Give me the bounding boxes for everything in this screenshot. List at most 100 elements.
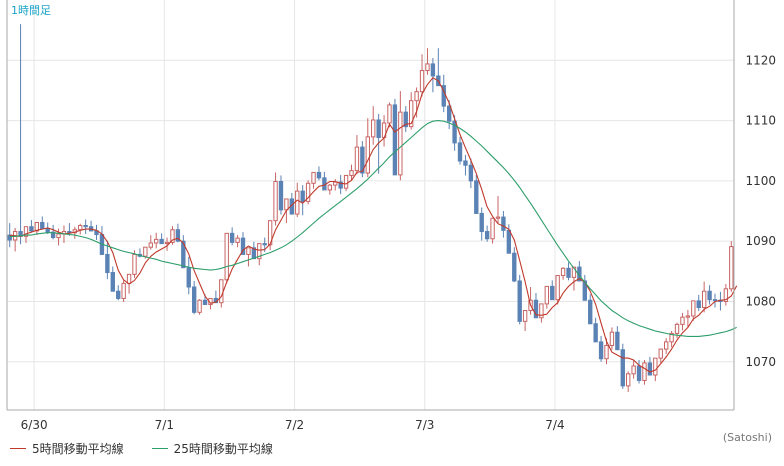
chart-svg: 1070 1080 1090 1100 1110 1120 6/30 7/1 7/2 7/3 7/4 [6, 0, 776, 432]
legend-label-ma5: 5時間移動平均線 [32, 441, 124, 456]
candle-body-up [343, 174, 349, 189]
candle [474, 174, 479, 214]
candle-body-up [680, 316, 685, 325]
plot-background [7, 0, 734, 410]
candle-body-up [490, 217, 495, 240]
credit-label: (Satoshi) [722, 431, 772, 444]
period-label: 1時間足 [11, 4, 51, 17]
candle-body-down [45, 228, 50, 233]
candle-body-down [392, 104, 398, 176]
candle-body-up [604, 344, 609, 360]
candle-body-down [40, 221, 45, 230]
candle-body-up [224, 232, 229, 281]
candle-body-up [626, 373, 631, 387]
candle-body-down [588, 299, 593, 325]
candle-body-up [197, 299, 202, 313]
candle-body-up [691, 300, 696, 317]
candle-body-up [295, 190, 300, 215]
x-tick-label: 7/1 [155, 418, 174, 432]
candle-body-up [419, 70, 425, 93]
candle-body-down [517, 280, 522, 322]
candle-body-down [202, 299, 208, 305]
candle [620, 343, 625, 389]
candle-body-down [376, 119, 381, 138]
candle-body-down [316, 171, 322, 179]
x-tick-label: 6/30 [21, 418, 48, 432]
candle-body-down [430, 63, 436, 77]
candle-body-down [278, 180, 284, 211]
candle-body-down [110, 272, 115, 292]
candle-body-down [83, 225, 88, 228]
candle-body-up [143, 246, 148, 257]
candle-body-up [354, 146, 360, 172]
candle [392, 98, 398, 176]
candle-body-up [126, 273, 132, 284]
candle-body-up [132, 253, 137, 275]
candle-body-down [105, 253, 110, 274]
chart: 1070 1080 1090 1100 1110 1120 6/30 7/1 7/2 7/3 7/4 [0, 0, 784, 462]
candle-body-up [729, 246, 734, 290]
candle-body-down [484, 231, 490, 240]
candle-body-up [674, 323, 680, 334]
candle-body-down [712, 299, 718, 302]
candle-body-up [631, 365, 636, 375]
candle-body-up [148, 242, 153, 248]
candle-body-up [701, 290, 707, 308]
candle-body-up [664, 341, 669, 350]
candle-body-up [154, 238, 159, 244]
candle-body-down [468, 164, 474, 182]
candle-body-up [398, 111, 403, 176]
candle-body-up [121, 282, 126, 299]
candle [197, 299, 202, 315]
candle-body-down [229, 232, 235, 243]
candle-body-down [512, 252, 517, 282]
candle [224, 232, 229, 284]
candle-body-up [333, 181, 338, 186]
candle-body-down [566, 267, 571, 278]
candle-body-up [560, 267, 566, 277]
candle-body-up [365, 136, 370, 174]
candle-body-down [262, 243, 267, 246]
y-tick-label: 1090 [745, 234, 776, 248]
candle-body-up [609, 331, 615, 346]
x-tick-label: 7/3 [415, 418, 434, 432]
candle-body-down [636, 365, 642, 381]
candle-body-up [495, 216, 501, 219]
candle-body-up [284, 198, 289, 211]
candle [517, 274, 522, 325]
candle-body-down [457, 142, 463, 162]
x-tick-label: 7/4 [545, 418, 564, 432]
candle-body-down [159, 238, 164, 245]
y-tick-label: 1070 [745, 355, 776, 369]
legend-swatch-ma25 [151, 447, 168, 449]
candle-body-up [414, 91, 419, 102]
candle-body-down [186, 267, 191, 288]
candle-body-down [593, 323, 598, 343]
candle-body-up [327, 184, 332, 191]
legend-item-ma5: 5時間移動平均線 [10, 440, 124, 457]
candle-body-up [425, 63, 430, 72]
candle-body-up [349, 170, 354, 176]
candle-body-up [56, 233, 61, 239]
candle-body-up [371, 119, 376, 138]
x-tick-label: 7/2 [285, 418, 304, 432]
legend-label-ma25: 25時間移動平均線 [173, 441, 273, 456]
candle-body-down [707, 290, 712, 301]
candle [305, 180, 311, 205]
candle-body-up [642, 362, 647, 381]
candle-body-up [544, 285, 550, 305]
candle-body-down [479, 212, 484, 233]
candle-body-down [474, 180, 479, 214]
candle-body-up [522, 310, 528, 322]
legend-swatch-ma5 [10, 447, 26, 449]
candle-body-down [506, 229, 512, 254]
candle [729, 241, 734, 292]
candle-body-down [116, 290, 121, 299]
candle-body-down [300, 190, 305, 202]
candle-body-up [78, 225, 83, 231]
candle-body-up [555, 275, 560, 301]
candle-body-down [29, 226, 34, 232]
candle-body-up [235, 237, 240, 243]
candle-body-down [696, 300, 701, 308]
candle-body-down [550, 285, 555, 301]
